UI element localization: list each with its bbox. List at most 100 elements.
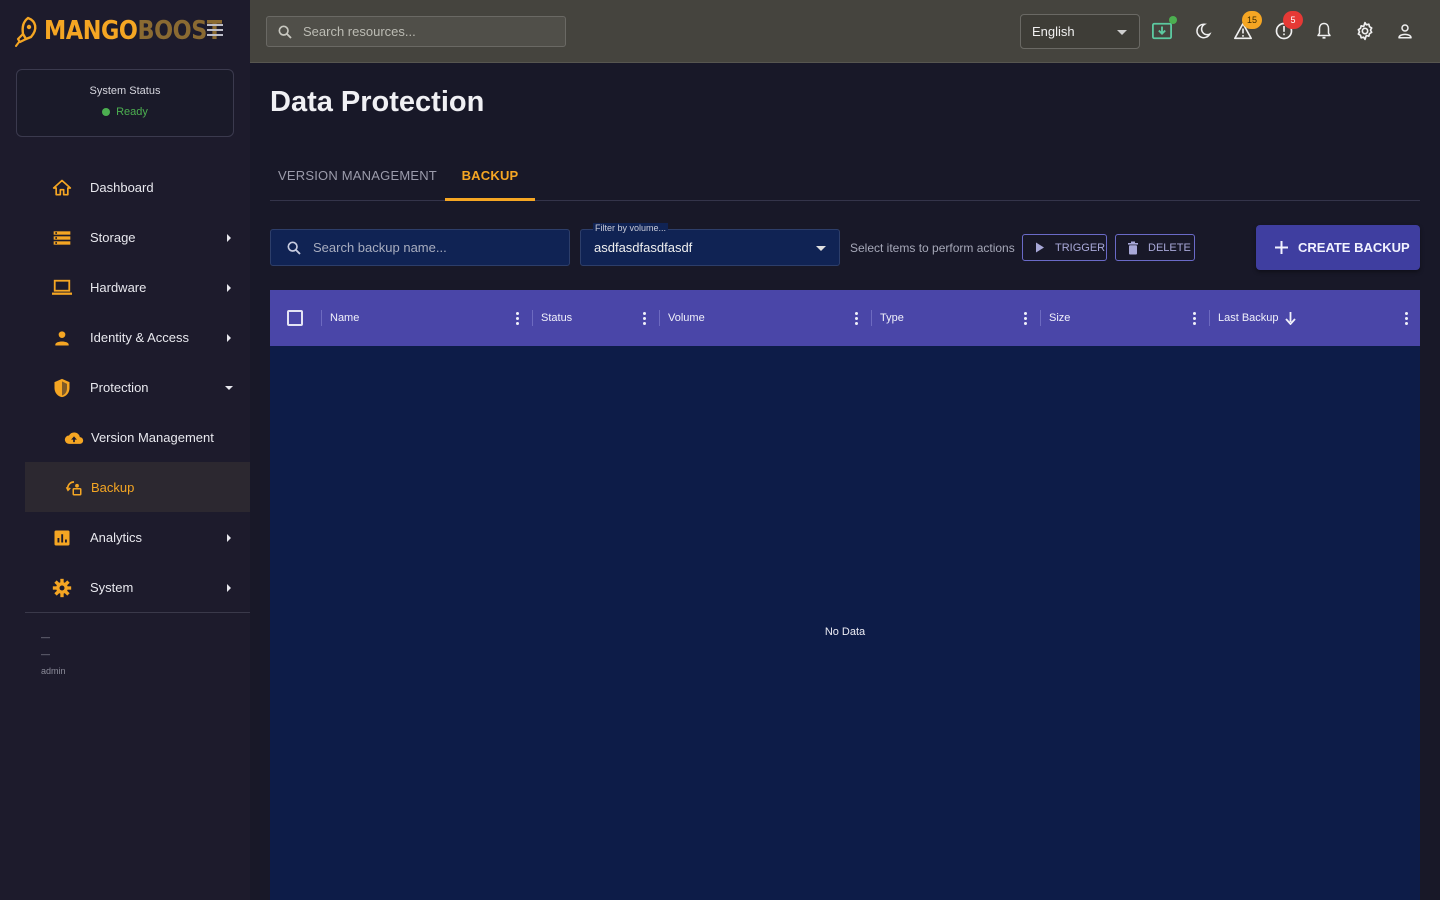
status-dot-icon (102, 108, 111, 116)
sidebar-item-protection[interactable]: Protection (25, 362, 250, 412)
caret-down-icon (1117, 30, 1127, 35)
column-header-size[interactable]: Size (1040, 290, 1207, 346)
warning-count-badge: 15 (1242, 11, 1262, 29)
error-count-badge: 5 (1283, 11, 1303, 29)
sidebar-item-label: System (90, 579, 134, 595)
column-header-label: Status (541, 312, 573, 324)
menu-toggle-icon[interactable] (205, 21, 225, 39)
tab-version-management[interactable]: VERSION MANAGEMENT (270, 156, 445, 201)
column-separator (659, 310, 660, 326)
backup-icon (63, 477, 85, 499)
trigger-button[interactable]: TRIGGER (1022, 234, 1107, 261)
column-header-type[interactable]: Type (871, 290, 1038, 346)
column-header-label: Size (1049, 312, 1071, 324)
table-header: Name Status Volume Type Size Last Backup (270, 290, 1420, 346)
delete-button[interactable]: DELETE (1115, 234, 1195, 261)
sidebar-item-analytics[interactable]: Analytics (25, 512, 250, 562)
language-value: English (1032, 24, 1075, 39)
column-menu-icon[interactable] (851, 310, 861, 326)
sidebar-item-label: Identity & Access (90, 329, 189, 345)
analytics-icon (51, 527, 73, 549)
brand-name: MANGOBOOST (44, 18, 222, 44)
chevron-right-icon (223, 232, 235, 244)
account-icon[interactable] (1394, 20, 1416, 42)
settings-gear-icon[interactable] (1354, 20, 1376, 42)
column-menu-icon[interactable] (512, 310, 522, 326)
column-header-label: Volume (668, 312, 705, 324)
search-icon (286, 239, 304, 257)
sidebar-item-version-management[interactable]: Version Management (25, 412, 250, 462)
global-search-input[interactable] (303, 24, 543, 39)
chevron-right-icon (223, 282, 235, 294)
selection-hint: Select items to perform actions (850, 241, 1015, 255)
sidebar-item-label: Version Management (91, 429, 214, 445)
column-menu-icon[interactable] (1189, 310, 1199, 326)
backup-search[interactable] (270, 229, 570, 266)
chevron-down-icon (223, 382, 235, 394)
column-header-label: Last Backup (1218, 312, 1279, 324)
rocket-logo-icon (15, 16, 37, 47)
bell-icon[interactable] (1313, 20, 1335, 42)
column-header-status[interactable]: Status (532, 290, 656, 346)
top-bar: English 15 5 (250, 0, 1440, 63)
sidebar-item-storage[interactable]: Storage (25, 212, 250, 262)
sidebar-item-label: Hardware (90, 279, 147, 295)
sidebar-item-label: Dashboard (90, 179, 154, 195)
column-header-name[interactable]: Name (321, 290, 529, 346)
sidebar-item-hardware[interactable]: Hardware (25, 262, 250, 312)
home-icon (51, 177, 73, 199)
laptop-icon (51, 277, 73, 299)
backup-search-input[interactable] (313, 240, 553, 255)
error-icon[interactable]: 5 (1273, 11, 1303, 42)
column-menu-icon[interactable] (1401, 310, 1411, 326)
column-header-label: Type (880, 312, 904, 324)
volume-filter-value: asdfasdfasdfasdf (594, 240, 693, 255)
sort-descending-icon[interactable] (1284, 311, 1297, 325)
chevron-right-icon (223, 582, 235, 594)
chevron-right-icon (223, 332, 235, 344)
sidebar-item-system[interactable]: System (25, 562, 250, 612)
global-search[interactable] (266, 16, 566, 47)
chevron-right-icon (223, 532, 235, 544)
brand-name-part1: MANGO (44, 16, 138, 46)
search-icon (277, 23, 295, 41)
cloud-upload-icon (63, 427, 85, 449)
page-title: Data Protection (270, 86, 485, 118)
system-status-title: System Status (89, 85, 161, 97)
sidebar-item-dashboard[interactable]: Dashboard (25, 162, 250, 212)
select-all-checkbox[interactable] (287, 310, 303, 326)
column-separator (321, 310, 322, 326)
volume-filter-select[interactable]: Filter by volume... asdfasdfasdfasdf (580, 223, 840, 266)
person-icon (51, 327, 73, 349)
column-header-volume[interactable]: Volume (659, 290, 868, 346)
column-header-last-backup[interactable]: Last Backup (1209, 290, 1418, 346)
dark-mode-toggle-icon[interactable] (1192, 20, 1214, 42)
gear-icon (51, 577, 73, 599)
sidebar-divider (25, 612, 250, 613)
sidebar-user-role: admin (41, 666, 66, 676)
delete-button-label: DELETE (1148, 241, 1191, 254)
tab-backup[interactable]: BACKUP (445, 156, 535, 201)
column-header-label: Name (330, 312, 360, 324)
sidebar-footer-line-1: — (41, 632, 50, 642)
sidebar-item-identity-access[interactable]: Identity & Access (25, 312, 250, 362)
sidebar-item-label: Backup (91, 479, 135, 495)
column-menu-icon[interactable] (639, 310, 649, 326)
create-backup-button[interactable]: CREATE BACKUP (1256, 225, 1420, 270)
sidebar: MANGOBOOST System Status Ready Dashboard… (0, 0, 250, 900)
sidebar-item-label: Analytics (90, 529, 143, 545)
download-update-icon[interactable] (1151, 16, 1177, 42)
play-icon (1033, 241, 1047, 255)
sidebar-item-backup[interactable]: Backup (25, 462, 250, 512)
plus-icon (1274, 241, 1288, 255)
shield-icon (51, 377, 73, 399)
warning-icon[interactable]: 15 (1232, 11, 1262, 42)
system-status-text: Ready (116, 106, 148, 118)
column-menu-icon[interactable] (1020, 310, 1030, 326)
backup-table: Name Status Volume Type Size Last Backup (270, 290, 1420, 900)
system-status-value: Ready (17, 106, 233, 118)
tab-bar: VERSION MANAGEMENT BACKUP (270, 156, 1420, 201)
system-status-card: System Status Ready (16, 69, 234, 137)
trigger-button-label: TRIGGER (1055, 241, 1106, 254)
language-select[interactable]: English (1020, 14, 1140, 49)
